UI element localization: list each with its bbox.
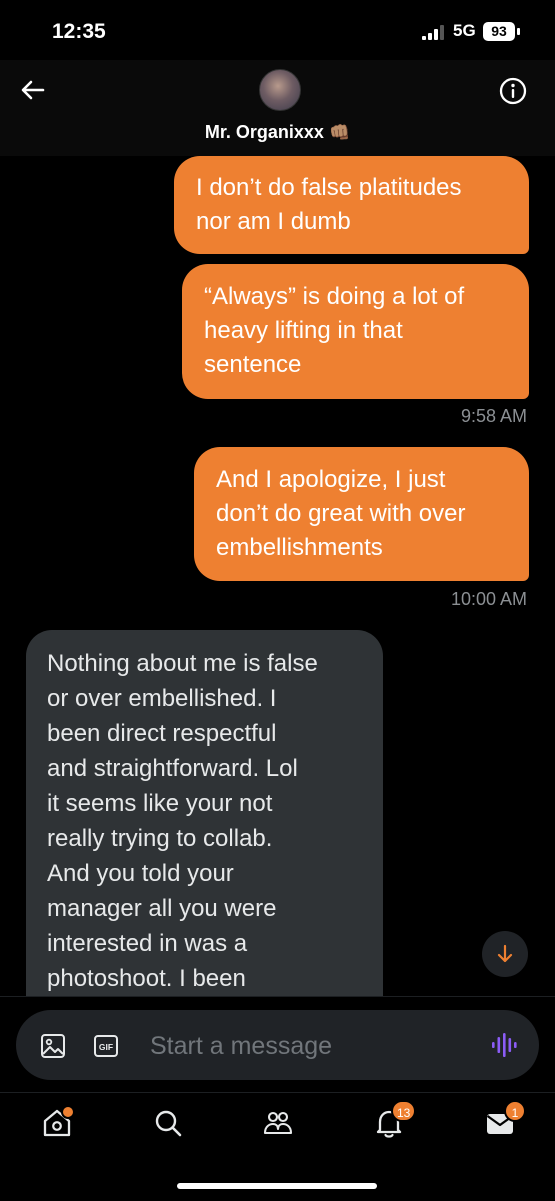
status-time: 12:35 [52, 20, 106, 43]
message-line: and straightforward. Lol [47, 755, 298, 782]
tab-communities[interactable] [262, 1107, 294, 1139]
arrow-down-icon [497, 944, 513, 963]
message-line: And I apologize, I just [216, 466, 446, 493]
tab-home[interactable] [41, 1105, 75, 1139]
avatar[interactable] [259, 69, 301, 111]
tab-notifications[interactable]: 13 [373, 1100, 417, 1139]
tab-messages[interactable]: 1 [484, 1100, 526, 1139]
message-line: sentence [204, 351, 302, 378]
conversation-header: Mr. Organixxx 👊🏽 [0, 60, 555, 156]
contact-name-text: Mr. Organixxx [204, 122, 324, 142]
message-line: been direct respectful [47, 720, 277, 747]
message-line: it seems like your not [47, 790, 273, 817]
back-arrow-icon[interactable] [18, 75, 48, 105]
message-line: embellishments [216, 534, 383, 561]
message-timestamp: 9:58 AM [460, 406, 527, 426]
info-icon[interactable] [498, 76, 528, 106]
battery-cap [517, 28, 520, 35]
composer-bar: GIF [0, 996, 555, 1093]
status-bar: 12:35 5G 93 [0, 0, 555, 60]
search-icon [155, 1110, 182, 1137]
message-bubble-incoming[interactable]: Nothing about me is false or over embell… [26, 630, 383, 996]
scroll-to-bottom-button[interactable] [482, 931, 528, 977]
message-line: nor am I dumb [196, 208, 351, 235]
message-composer: GIF [16, 1010, 539, 1080]
message-line: interested in was a [47, 930, 248, 957]
message-line: don’t do great with over [216, 500, 466, 527]
message-bubble-outgoing[interactable]: And I apologize, I just don’t do great w… [194, 447, 529, 581]
contact-name[interactable]: Mr. Organixxx 👊🏽 [0, 122, 555, 143]
message-line: Nothing about me is false [47, 650, 318, 677]
message-line: photoshoot. I been [47, 965, 246, 992]
image-icon[interactable] [40, 1033, 66, 1059]
notifications-badge: 13 [391, 1100, 417, 1122]
home-indicator [177, 1183, 377, 1189]
network-type: 5G [453, 21, 476, 40]
message-bubble-outgoing[interactable]: I don’t do false platitudes nor am I dum… [174, 156, 529, 254]
message-bubble-outgoing[interactable]: “Always” is doing a lot of heavy lifting… [182, 264, 529, 399]
battery-icon: 93 [483, 22, 515, 41]
gif-icon[interactable]: GIF [94, 1035, 118, 1057]
gif-label: GIF [99, 1042, 113, 1052]
message-timestamp: 10:00 AM [450, 589, 527, 609]
messages-badge: 1 [504, 1100, 526, 1122]
message-line: manager all you were [47, 895, 277, 922]
signal-icon [422, 25, 444, 40]
message-thread: I don’t do false platitudes nor am I dum… [0, 156, 555, 996]
communities-icon [263, 1111, 293, 1135]
message-input[interactable] [148, 1026, 472, 1066]
fist-emoji: 👊🏽 [328, 123, 351, 142]
message-line: “Always” is doing a lot of [204, 283, 465, 310]
tab-search[interactable] [152, 1107, 184, 1139]
message-line: And you told your [47, 860, 234, 887]
home-notification-dot [61, 1105, 75, 1119]
message-line: really trying to collab. [47, 825, 273, 852]
voice-message-icon[interactable] [490, 1031, 518, 1059]
message-line: or over embellished. I [47, 685, 277, 712]
message-line: I don’t do false platitudes [196, 174, 462, 201]
message-line: heavy lifting in that [204, 317, 403, 344]
